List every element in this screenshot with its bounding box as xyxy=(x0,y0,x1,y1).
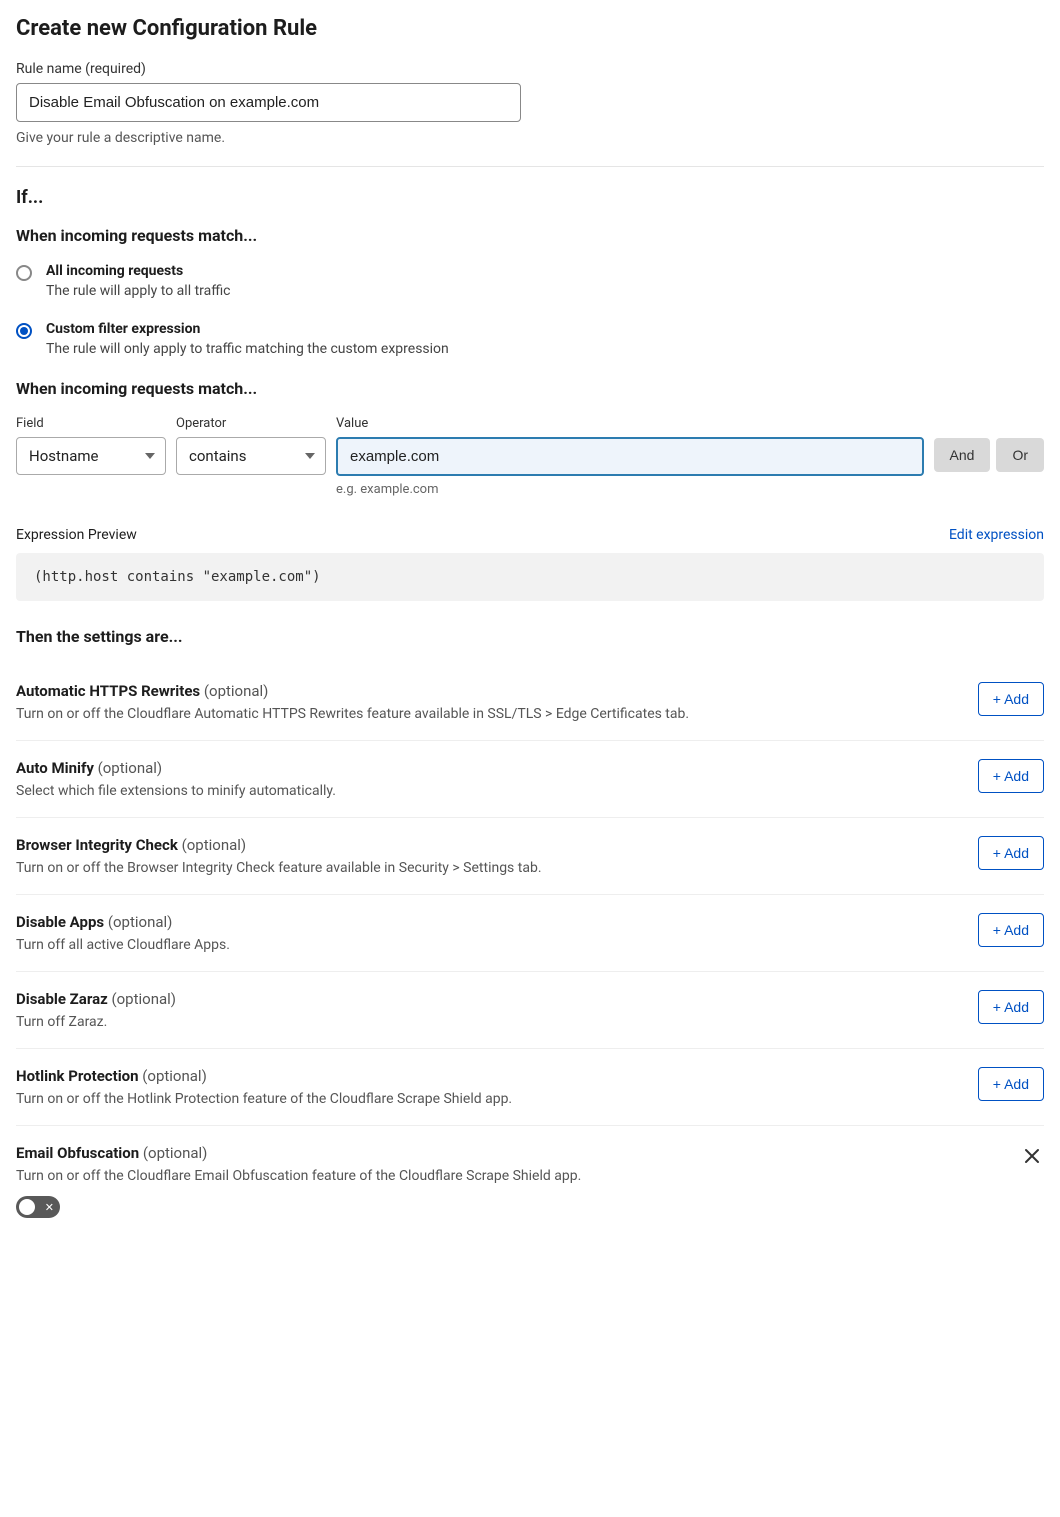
setting-name: Auto Minify xyxy=(16,759,98,777)
setting-https: Automatic HTTPS Rewrites (optional) Turn … xyxy=(16,664,1044,740)
setting-email: Email Obfuscation (optional) Turn on or o… xyxy=(16,1126,1044,1240)
edit-expression-link[interactable]: Edit expression xyxy=(949,527,1044,543)
radio-all-requests[interactable] xyxy=(16,265,32,281)
divider xyxy=(16,166,1044,167)
radio-all-desc: The rule will apply to all traffic xyxy=(46,283,231,299)
radio-custom-label: Custom filter expression xyxy=(46,321,449,337)
setting-name: Email Obfuscation xyxy=(16,1144,143,1162)
setting-minify: Auto Minify (optional) Select which file … xyxy=(16,741,1044,817)
rule-name-label: Rule name (required) xyxy=(16,61,1044,77)
optional-tag: (optional) xyxy=(98,759,163,777)
optional-tag: (optional) xyxy=(111,990,176,1008)
value-input[interactable] xyxy=(336,437,924,476)
add-button-minify[interactable]: + Add xyxy=(978,759,1044,793)
add-button-bic[interactable]: + Add xyxy=(978,836,1044,870)
setting-desc: Turn on or off the Browser Integrity Che… xyxy=(16,860,958,876)
rule-name-hint: Give your rule a descriptive name. xyxy=(16,130,1044,146)
add-button-hotlink[interactable]: + Add xyxy=(978,1067,1044,1101)
setting-desc: Turn on or off the Hotlink Protection fe… xyxy=(16,1091,958,1107)
radio-custom-expression[interactable] xyxy=(16,323,32,339)
expression-preview-label: Expression Preview xyxy=(16,527,137,543)
radio-custom-desc: The rule will only apply to traffic matc… xyxy=(46,341,449,357)
optional-tag: (optional) xyxy=(143,1144,208,1162)
field-select-value: Hostname xyxy=(29,447,98,465)
field-label: Field xyxy=(16,416,166,431)
operator-select[interactable]: contains xyxy=(176,437,326,475)
setting-desc: Turn off all active Cloudflare Apps. xyxy=(16,937,958,953)
setting-desc: Turn on or off the Cloudflare Email Obfu… xyxy=(16,1168,1000,1184)
operator-select-value: contains xyxy=(189,447,246,465)
setting-zaraz: Disable Zaraz (optional) Turn off Zaraz. +… xyxy=(16,972,1044,1048)
optional-tag: (optional) xyxy=(182,836,247,854)
setting-desc: Turn off Zaraz. xyxy=(16,1014,958,1030)
optional-tag: (optional) xyxy=(108,913,173,931)
chevron-down-icon xyxy=(145,453,155,459)
and-button[interactable]: And xyxy=(934,438,991,472)
toggle-email[interactable]: ✕ xyxy=(16,1196,60,1218)
add-button-zaraz[interactable]: + Add xyxy=(978,990,1044,1024)
radio-all-label: All incoming requests xyxy=(46,263,231,279)
chevron-down-icon xyxy=(305,453,315,459)
then-heading: Then the settings are... xyxy=(16,627,1044,646)
page-title: Create new Configuration Rule xyxy=(16,16,1044,41)
operator-label: Operator xyxy=(176,416,326,431)
value-label: Value xyxy=(336,416,924,431)
expression-preview-code: (http.host contains "example.com") xyxy=(16,553,1044,601)
add-button-https[interactable]: + Add xyxy=(978,682,1044,716)
setting-desc: Turn on or off the Cloudflare Automatic … xyxy=(16,706,958,722)
if-heading: If... xyxy=(16,187,1044,208)
field-select[interactable]: Hostname xyxy=(16,437,166,475)
setting-name: Automatic HTTPS Rewrites xyxy=(16,682,204,700)
or-button[interactable]: Or xyxy=(996,438,1044,472)
rule-name-input[interactable] xyxy=(16,83,521,122)
optional-tag: (optional) xyxy=(142,1067,207,1085)
setting-hotlink: Hotlink Protection (optional) Turn on or … xyxy=(16,1049,1044,1125)
close-icon[interactable] xyxy=(1020,1144,1044,1172)
setting-name: Hotlink Protection xyxy=(16,1067,142,1085)
when-match-heading: When incoming requests match... xyxy=(16,226,1044,245)
setting-name: Disable Apps xyxy=(16,913,108,931)
setting-name: Disable Zaraz xyxy=(16,990,111,1008)
setting-apps: Disable Apps (optional) Turn off all acti… xyxy=(16,895,1044,971)
add-button-apps[interactable]: + Add xyxy=(978,913,1044,947)
setting-bic: Browser Integrity Check (optional) Turn o… xyxy=(16,818,1044,894)
setting-name: Browser Integrity Check xyxy=(16,836,182,854)
toggle-off-icon: ✕ xyxy=(45,1202,54,1213)
optional-tag: (optional) xyxy=(204,682,269,700)
when-match-heading-2: When incoming requests match... xyxy=(16,379,1044,398)
setting-desc: Select which file extensions to minify a… xyxy=(16,783,958,799)
value-hint: e.g. example.com xyxy=(336,482,924,497)
